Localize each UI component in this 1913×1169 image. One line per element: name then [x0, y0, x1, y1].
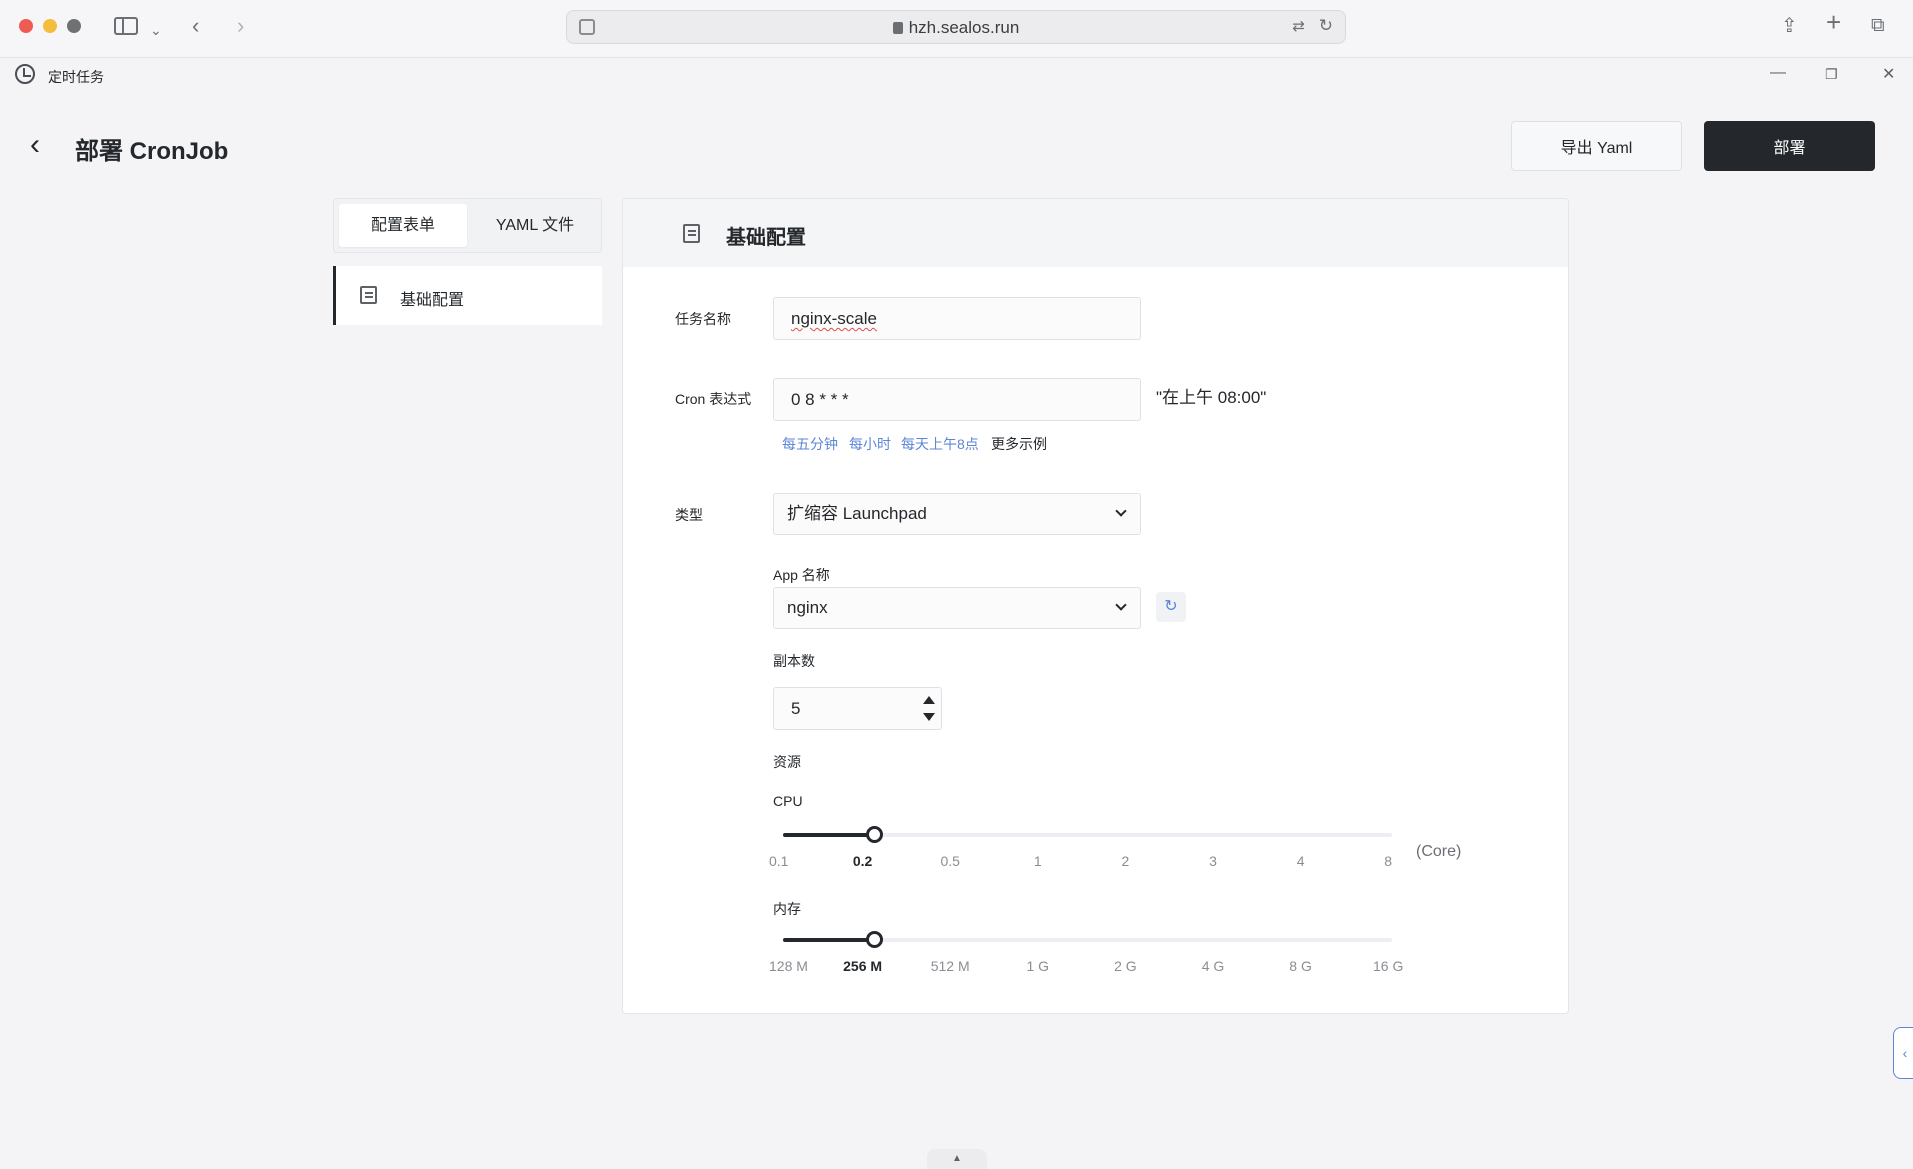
memory-slider[interactable]: 128 M 256 M 512 M 1 G 2 G 4 G 8 G 16 G — [769, 930, 1403, 974]
chevron-down-icon — [1115, 599, 1127, 611]
replicas-label: 副本数 — [773, 653, 815, 669]
memory-slider-thumb[interactable] — [865, 931, 883, 948]
memory-tick-0[interactable]: 128 M — [769, 958, 808, 974]
url-text: hzh.sealos.run — [908, 18, 1020, 37]
cpu-tick-6[interactable]: 4 — [1297, 853, 1305, 869]
cpu-tick-7[interactable]: 8 — [1384, 853, 1392, 869]
bottom-panel-handle[interactable]: ▲ — [927, 1149, 987, 1169]
increment-icon[interactable] — [923, 696, 935, 704]
side-drawer-toggle[interactable]: ‹ — [1893, 1027, 1913, 1079]
lock-icon — [892, 22, 903, 34]
cpu-tick-3[interactable]: 1 — [1034, 853, 1042, 869]
browser-toolbar: ⌄ ‹ › hzh.sealos.run ⇄ ↻ ⇪ + ⧉ — [0, 0, 1913, 58]
minimize-icon[interactable]: — — [1770, 64, 1786, 82]
memory-label: 内存 — [773, 901, 801, 917]
cronjob-logo-icon — [15, 64, 35, 84]
type-select[interactable]: 扩缩容 Launchpad — [773, 493, 1141, 535]
chevron-up-icon: ▲ — [952, 1153, 962, 1164]
close-window-button[interactable] — [19, 19, 33, 33]
reload-icon[interactable]: ↻ — [1319, 16, 1333, 36]
section-title: 基础配置 — [726, 227, 806, 249]
type-select-value: 扩缩容 Launchpad — [787, 504, 927, 523]
cron-example-hourly[interactable]: 每小时 — [849, 434, 891, 454]
cpu-tick-5[interactable]: 3 — [1209, 853, 1217, 869]
chevron-down-icon — [1115, 505, 1127, 517]
back-icon[interactable]: ‹ — [192, 14, 199, 38]
cpu-unit: (Core) — [1416, 843, 1462, 860]
memory-tick-2[interactable]: 512 M — [931, 958, 970, 974]
back-arrow-icon[interactable]: ‹ — [30, 130, 40, 160]
tab-overview-icon[interactable]: ⧉ — [1871, 14, 1885, 38]
decrement-icon[interactable] — [923, 713, 935, 721]
document-icon — [683, 224, 700, 243]
cron-example-every-5-min[interactable]: 每五分钟 — [782, 434, 838, 454]
memory-tick-4[interactable]: 2 G — [1114, 958, 1137, 974]
share-icon[interactable]: ⇪ — [1781, 14, 1798, 38]
type-label: 类型 — [675, 507, 703, 523]
replicas-value: 5 — [791, 699, 801, 718]
replicas-stepper[interactable]: 5 — [773, 687, 942, 730]
cron-input[interactable]: 0 8 * * * — [773, 378, 1141, 421]
chevron-left-icon: ‹ — [1902, 1045, 1908, 1061]
nav-item-basic-config[interactable]: 基础配置 — [333, 266, 602, 325]
cron-example-daily-8am[interactable]: 每天上午8点 — [901, 434, 979, 454]
config-tabs: 配置表单 YAML 文件 — [333, 198, 602, 253]
cpu-tick-0[interactable]: 0.1 — [769, 853, 788, 869]
zoom-window-button[interactable] — [67, 19, 81, 33]
tab-yaml[interactable]: YAML 文件 — [471, 204, 599, 247]
app-bar: 定时任务 — ❐ ✕ — [0, 58, 1913, 92]
memory-tick-3[interactable]: 1 G — [1027, 958, 1050, 974]
deploy-button[interactable]: 部署 — [1704, 121, 1875, 171]
cpu-slider-thumb[interactable] — [865, 826, 883, 843]
cpu-tick-2[interactable]: 0.5 — [940, 853, 959, 869]
chevron-down-icon[interactable]: ⌄ — [150, 18, 162, 42]
cpu-slider[interactable]: 0.1 0.2 0.5 1 2 3 4 8 — [769, 825, 1392, 869]
cron-description: "在上午 08:00" — [1156, 388, 1267, 407]
cron-more-examples-link[interactable]: 更多示例 — [991, 434, 1047, 454]
minimize-window-button[interactable] — [43, 19, 57, 33]
memory-tick-7[interactable]: 16 G — [1373, 958, 1403, 974]
nav-item-label: 基础配置 — [400, 292, 465, 309]
app-title: 定时任务 — [48, 69, 104, 85]
sidebar-toggle-icon[interactable] — [114, 17, 138, 35]
cpu-tick-1[interactable]: 0.2 — [853, 853, 872, 869]
address-bar[interactable]: hzh.sealos.run ⇄ ↻ — [566, 10, 1346, 44]
forward-icon[interactable]: › — [237, 14, 244, 38]
cpu-slider-fill — [783, 833, 874, 837]
memory-tick-5[interactable]: 4 G — [1202, 958, 1225, 974]
cron-label: Cron 表达式 — [675, 391, 752, 407]
page-title: 部署 CronJob — [75, 138, 229, 165]
memory-tick-6[interactable]: 8 G — [1289, 958, 1312, 974]
new-tab-icon[interactable]: + — [1826, 9, 1841, 35]
cpu-tick-4[interactable]: 2 — [1121, 853, 1129, 869]
translate-icon[interactable]: ⇄ — [1292, 17, 1305, 35]
memory-tick-1[interactable]: 256 M — [843, 958, 882, 974]
memory-slider-fill — [783, 938, 874, 942]
cpu-label: CPU — [773, 793, 803, 809]
task-name-label: 任务名称 — [675, 311, 731, 327]
refresh-icon: ↻ — [1164, 598, 1178, 615]
close-icon[interactable]: ✕ — [1882, 64, 1895, 84]
task-name-input[interactable]: nginx-scale — [773, 297, 1141, 340]
app-name-select[interactable]: nginx — [773, 587, 1141, 629]
export-yaml-button[interactable]: 导出 Yaml — [1511, 121, 1682, 171]
basic-config-panel: 基础配置 任务名称 nginx-scale Cron 表达式 0 8 * * *… — [622, 198, 1569, 1014]
resources-label: 资源 — [773, 754, 801, 770]
task-name-value: nginx-scale — [791, 309, 877, 328]
panel-header: 基础配置 — [623, 199, 1568, 267]
app-name-label: App 名称 — [773, 567, 830, 583]
app-name-value: nginx — [787, 598, 828, 617]
restore-icon[interactable]: ❐ — [1825, 66, 1838, 83]
document-icon — [360, 286, 377, 304]
tab-form[interactable]: 配置表单 — [339, 204, 467, 247]
refresh-apps-button[interactable]: ↻ — [1156, 592, 1186, 622]
